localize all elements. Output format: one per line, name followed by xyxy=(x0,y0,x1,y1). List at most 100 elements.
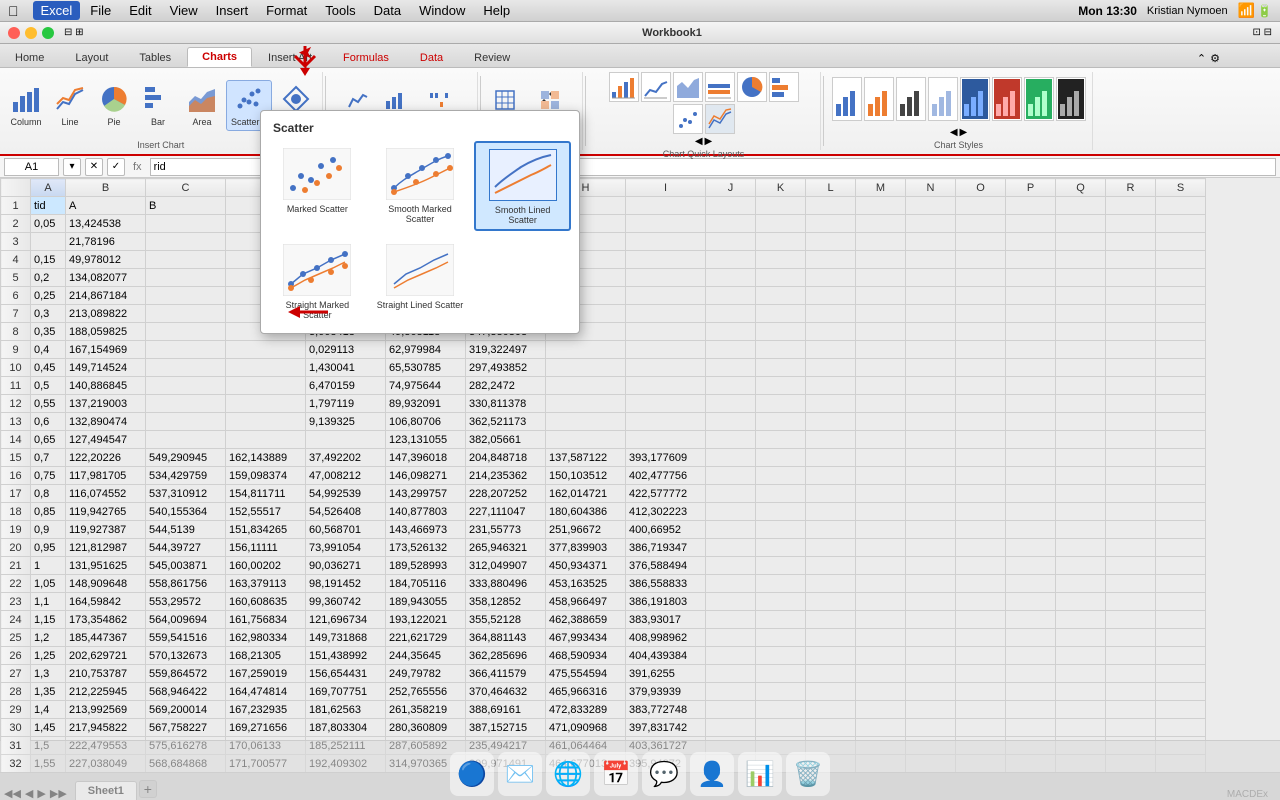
cell[interactable] xyxy=(956,575,1006,593)
cell[interactable] xyxy=(1106,287,1156,305)
cell[interactable] xyxy=(806,611,856,629)
cell[interactable]: 468,590934 xyxy=(546,647,626,665)
cell[interactable] xyxy=(1156,485,1206,503)
cell[interactable] xyxy=(1006,341,1056,359)
cell[interactable]: 21,78196 xyxy=(66,233,146,251)
cell[interactable]: 214,235362 xyxy=(466,467,546,485)
cell[interactable]: 168,21305 xyxy=(226,647,306,665)
cell[interactable]: 567,758227 xyxy=(146,719,226,737)
cell[interactable]: 1,35 xyxy=(31,683,66,701)
cell[interactable] xyxy=(1156,503,1206,521)
cell[interactable]: 6,470159 xyxy=(306,377,386,395)
cell[interactable] xyxy=(1106,449,1156,467)
cell[interactable] xyxy=(756,647,806,665)
cell[interactable] xyxy=(546,395,626,413)
cell[interactable]: 559,541516 xyxy=(146,629,226,647)
cell[interactable] xyxy=(856,539,906,557)
row-header-23[interactable]: 23 xyxy=(1,593,31,611)
col-header-K[interactable]: K xyxy=(756,179,806,197)
col-header-A[interactable]: A xyxy=(31,179,66,197)
cell[interactable]: 362,521173 xyxy=(466,413,546,431)
cell[interactable] xyxy=(1056,629,1106,647)
cell[interactable]: 402,477756 xyxy=(626,467,706,485)
cell[interactable]: 1 xyxy=(31,557,66,575)
cell[interactable] xyxy=(906,377,956,395)
maximize-button[interactable] xyxy=(42,27,54,39)
cell[interactable] xyxy=(226,395,306,413)
cell[interactable] xyxy=(706,341,756,359)
cell[interactable]: 121,696734 xyxy=(306,611,386,629)
cell[interactable]: 0,55 xyxy=(31,395,66,413)
cell[interactable] xyxy=(1106,197,1156,215)
row-header-25[interactable]: 25 xyxy=(1,629,31,647)
cell[interactable] xyxy=(806,269,856,287)
ribbon-settings-icon[interactable]: ⚙ xyxy=(1210,52,1220,65)
cell[interactable] xyxy=(956,215,1006,233)
cell[interactable]: 161,756834 xyxy=(226,611,306,629)
cell[interactable] xyxy=(1056,413,1106,431)
cell[interactable]: 47,008212 xyxy=(306,467,386,485)
cell[interactable] xyxy=(626,197,706,215)
cell[interactable] xyxy=(626,287,706,305)
cell[interactable] xyxy=(756,323,806,341)
cell[interactable]: 213,992569 xyxy=(66,701,146,719)
apple-menu[interactable]:  xyxy=(8,3,19,19)
cell[interactable] xyxy=(706,665,756,683)
cell[interactable] xyxy=(1056,377,1106,395)
cell[interactable]: 397,831742 xyxy=(626,719,706,737)
cell[interactable] xyxy=(1156,215,1206,233)
cell[interactable] xyxy=(706,701,756,719)
cell[interactable]: 386,719347 xyxy=(626,539,706,557)
cell[interactable] xyxy=(226,359,306,377)
cell[interactable] xyxy=(1006,413,1056,431)
cell[interactable] xyxy=(906,575,956,593)
menu-file[interactable]: File xyxy=(82,1,119,20)
cell[interactable] xyxy=(906,197,956,215)
cell[interactable] xyxy=(706,377,756,395)
cell[interactable] xyxy=(856,647,906,665)
cell[interactable] xyxy=(906,593,956,611)
cell[interactable] xyxy=(956,629,1006,647)
cell[interactable]: 319,322497 xyxy=(466,341,546,359)
cell[interactable]: 90,036271 xyxy=(306,557,386,575)
cell[interactable] xyxy=(806,719,856,737)
dock-mail[interactable]: ✉️ xyxy=(498,752,542,796)
cell[interactable] xyxy=(1106,665,1156,683)
cell[interactable] xyxy=(1006,611,1056,629)
cell[interactable] xyxy=(1056,593,1106,611)
column-chart-button[interactable]: Column xyxy=(6,81,46,129)
cell[interactable] xyxy=(1106,431,1156,449)
layouts-next-icon[interactable]: ▶ xyxy=(705,136,713,147)
cell[interactable] xyxy=(1006,539,1056,557)
cell[interactable] xyxy=(806,305,856,323)
menu-excel[interactable]: Excel xyxy=(33,1,81,20)
dock-trash[interactable]: 🗑️ xyxy=(786,752,830,796)
cell[interactable]: 148,909648 xyxy=(66,575,146,593)
cell[interactable] xyxy=(626,269,706,287)
cell[interactable] xyxy=(1006,665,1056,683)
cell[interactable] xyxy=(906,305,956,323)
cell[interactable] xyxy=(1006,449,1056,467)
cell[interactable]: 149,714524 xyxy=(66,359,146,377)
cell[interactable] xyxy=(1056,449,1106,467)
cell[interactable]: 9,139325 xyxy=(306,413,386,431)
dock-browser[interactable]: 🌐 xyxy=(546,752,590,796)
cell[interactable] xyxy=(1056,611,1106,629)
cell[interactable]: 537,310912 xyxy=(146,485,226,503)
cell[interactable] xyxy=(1056,305,1106,323)
cell[interactable] xyxy=(806,359,856,377)
cell[interactable]: 119,927387 xyxy=(66,521,146,539)
cell[interactable]: 117,981705 xyxy=(66,467,146,485)
tab-insert-art[interactable]: Insert Art xyxy=(253,48,327,67)
cell[interactable] xyxy=(1006,557,1056,575)
cell[interactable]: 98,191452 xyxy=(306,575,386,593)
cell[interactable]: 1,45 xyxy=(31,719,66,737)
cell[interactable] xyxy=(1106,485,1156,503)
cell[interactable]: 151,438992 xyxy=(306,647,386,665)
row-header-15[interactable]: 15 xyxy=(1,449,31,467)
cell[interactable] xyxy=(626,377,706,395)
cell[interactable]: 49,978012 xyxy=(66,251,146,269)
dock-contacts[interactable]: 👤 xyxy=(690,752,734,796)
cell[interactable] xyxy=(856,683,906,701)
cell[interactable]: 164,59842 xyxy=(66,593,146,611)
